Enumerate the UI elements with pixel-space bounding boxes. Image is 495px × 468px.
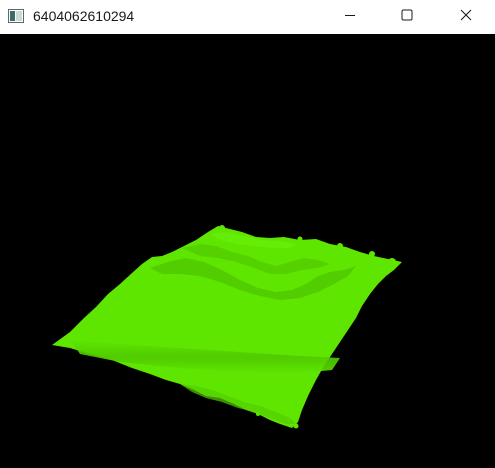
window-title: 6404062610294 xyxy=(33,8,135,24)
maximize-icon xyxy=(401,8,413,26)
minimize-button[interactable] xyxy=(327,0,373,34)
app-window-icon xyxy=(8,9,24,23)
close-button[interactable] xyxy=(443,0,489,34)
terrain-render xyxy=(52,225,402,429)
title-bar[interactable]: 6404062610294 xyxy=(0,0,495,34)
maximize-button[interactable] xyxy=(384,0,430,34)
close-icon xyxy=(460,8,472,26)
minimize-icon xyxy=(344,8,356,26)
app-window: 6404062610294 xyxy=(0,0,495,468)
render-viewport[interactable] xyxy=(0,34,495,468)
